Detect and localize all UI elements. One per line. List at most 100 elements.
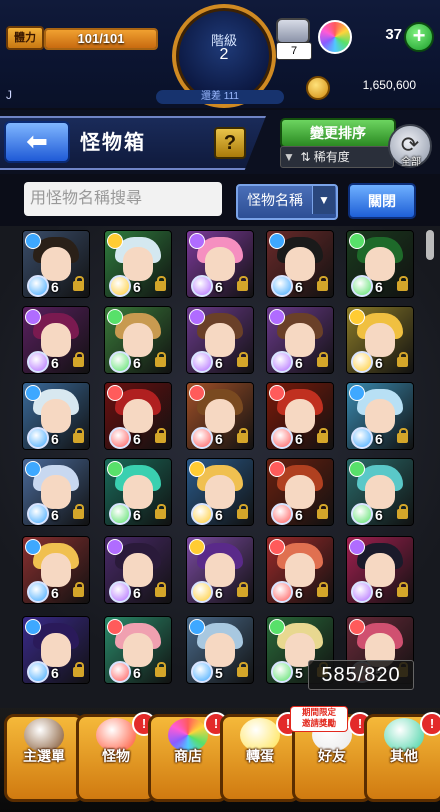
sort-mode-selector[interactable]: ▼ ⇅ 稀有度 [280,146,394,168]
monster-level: 6 [51,431,59,447]
monster-face [365,247,395,281]
element-icon [349,385,365,401]
monster-tile[interactable]: 6 [266,536,334,604]
monster-tile[interactable]: 6 [22,616,90,684]
lock-icon [73,276,84,291]
element-icon [107,309,123,325]
monster-tile[interactable]: 6 [104,536,172,604]
monster-tile[interactable]: 6 [104,306,172,374]
monster-tile[interactable]: 6 [22,306,90,374]
monster-face [123,553,153,587]
element-orb-icon [191,427,213,449]
monster-tile[interactable]: 6 [346,382,414,450]
limited-invite-promo[interactable]: 期間限定 邀請獎勵 [290,706,348,732]
element-orb-icon [351,351,373,373]
back-button[interactable]: ⬅ [4,121,70,163]
element-icon [269,539,285,555]
help-button[interactable]: ? [214,127,246,159]
ticket-icon[interactable] [276,18,310,44]
monster-tile[interactable]: 6 [186,306,254,374]
element-orb-icon [109,503,131,525]
monster-tile[interactable]: 6 [22,230,90,298]
monster-level: 6 [295,507,303,523]
monster-tile[interactable]: 6 [104,230,172,298]
monster-level: 6 [215,507,223,523]
monster-tile[interactable]: 6 [104,458,172,526]
monster-tile[interactable]: 6 [22,458,90,526]
monster-level: 6 [133,279,141,295]
monster-tile[interactable]: 6 [266,382,334,450]
element-icon [107,539,123,555]
monster-box-grid[interactable]: 666666666666666666666666666555 [0,226,440,708]
lock-icon [317,428,328,443]
monster-face [365,475,395,509]
monster-search-input[interactable] [24,182,222,216]
lock-icon [397,504,408,519]
element-icon [107,385,123,401]
monster-tile[interactable]: 6 [22,536,90,604]
monster-level: 6 [375,355,383,371]
sort-icon: ⇅ [300,150,311,164]
monster-tile[interactable]: 6 [346,230,414,298]
arrow-left-icon: ⬅ [26,126,48,156]
monster-level: 6 [51,355,59,371]
monster-level: 5 [295,665,303,681]
monster-tile[interactable]: 6 [186,458,254,526]
element-orb-icon [27,427,49,449]
element-icon [269,385,285,401]
element-orb-icon [191,275,213,297]
monster-face [365,553,395,587]
lock-icon [155,428,166,443]
monster-level: 6 [375,507,383,523]
change-sort-button[interactable]: 變更排序 [280,118,396,148]
monster-tile[interactable]: 6 [266,458,334,526]
grid-scrollbar[interactable] [426,230,434,260]
element-icon [349,233,365,249]
coin-icon [306,76,330,100]
element-orb-icon [271,503,293,525]
monster-face [205,247,235,281]
monster-level: 6 [295,279,303,295]
element-orb-icon [27,581,49,603]
monster-level: 6 [51,279,59,295]
monster-tile[interactable]: 6 [104,382,172,450]
element-orb-icon [191,503,213,525]
monster-tile[interactable]: 6 [186,536,254,604]
chevron-down-icon[interactable]: ▼ [312,186,335,214]
monster-tile[interactable]: 6 [22,382,90,450]
monster-tile[interactable]: 6 [104,616,172,684]
lock-icon [155,352,166,367]
element-orb-icon [27,661,49,683]
buy-orbs-button[interactable]: + [404,22,434,52]
monster-tile[interactable]: 6 [186,230,254,298]
element-icon [25,539,41,555]
monster-tile[interactable]: 6 [346,306,414,374]
close-search-button[interactable]: 關閉 [348,183,416,219]
rank-exp-remaining: 還差 111 [156,90,284,104]
lock-icon [155,582,166,597]
element-orb-icon [27,351,49,373]
monster-tile[interactable]: 6 [266,306,334,374]
lock-icon [317,582,328,597]
monster-tile[interactable]: 6 [346,536,414,604]
monster-tile[interactable]: 5 [186,616,254,684]
monster-tile[interactable]: 6 [186,382,254,450]
lock-icon [155,504,166,519]
monster-face [285,247,315,281]
page-title: 怪物箱 [80,132,146,154]
element-orb-icon [351,427,373,449]
lock-icon [397,428,408,443]
element-icon [189,385,205,401]
monster-face [123,399,153,433]
element-orb-icon [351,503,373,525]
box-capacity: 585/820 [308,660,414,690]
monster-tile[interactable]: 6 [266,230,334,298]
element-orb-icon [109,275,131,297]
element-icon [107,619,123,635]
lock-icon [237,662,248,677]
lock-icon [317,276,328,291]
element-orb-icon [109,661,131,683]
monster-level: 6 [133,431,141,447]
monster-tile[interactable]: 6 [346,458,414,526]
notification-badge: ! [420,712,440,736]
